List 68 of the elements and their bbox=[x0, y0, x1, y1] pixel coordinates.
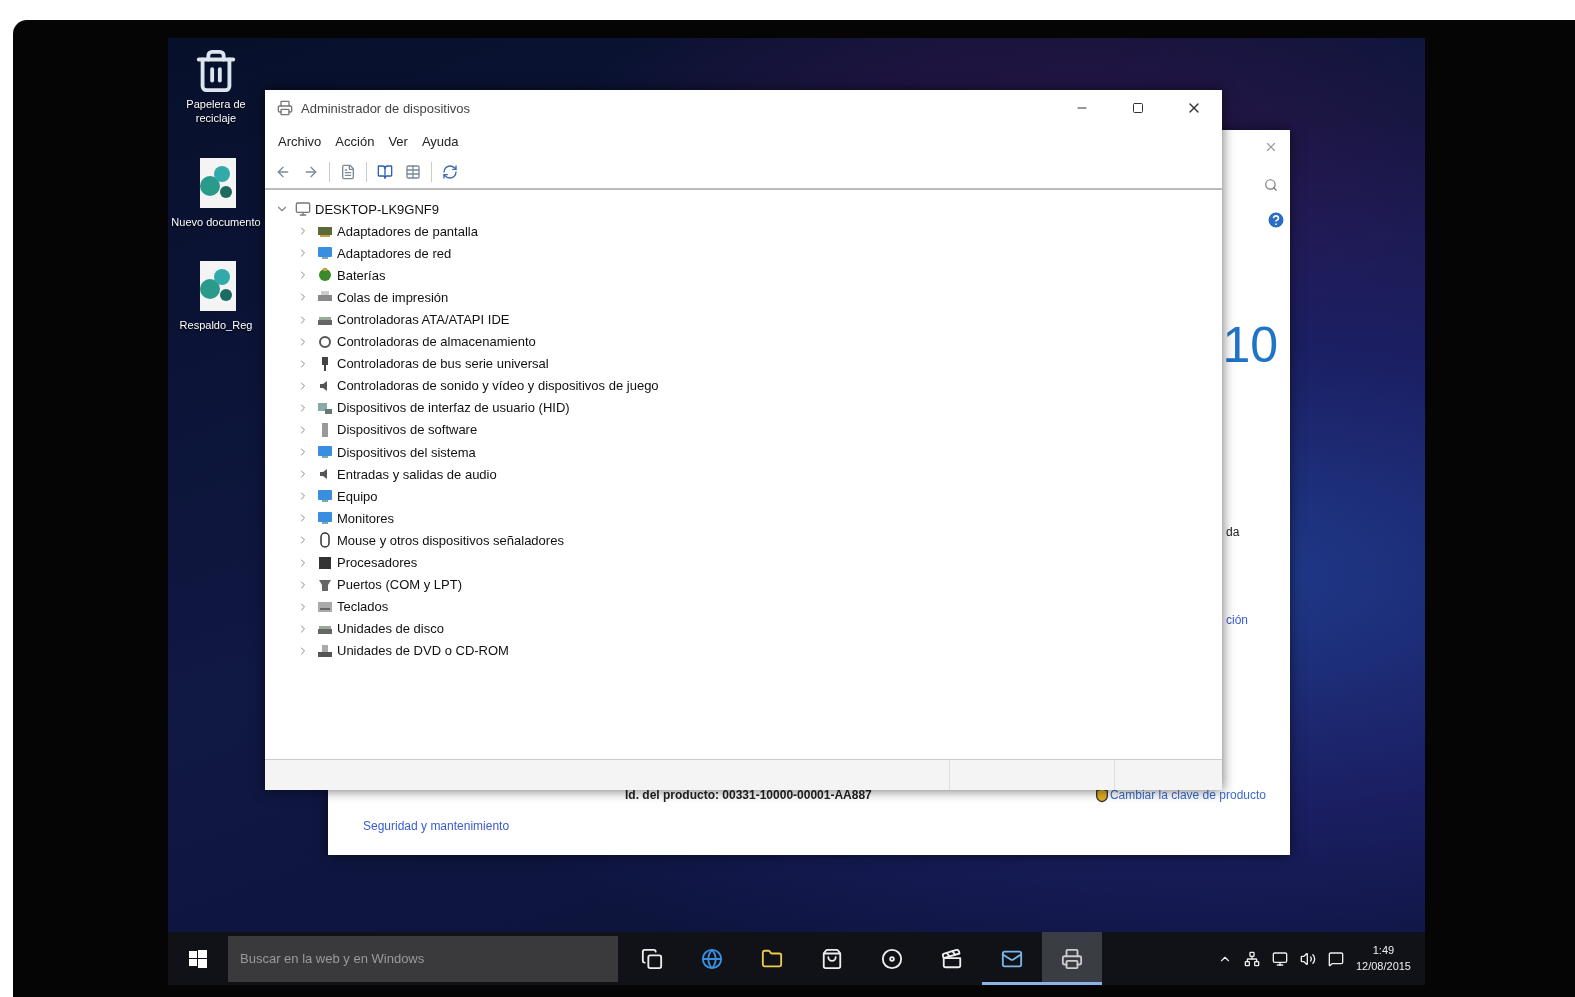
tree-item[interactable]: Procesadores bbox=[337, 555, 418, 571]
menu-item[interactable]: Archivo bbox=[271, 129, 329, 153]
tree-item[interactable]: Equipo bbox=[337, 488, 378, 504]
window-title: Administrador de dispositivos bbox=[301, 100, 472, 116]
taskbar-app-button[interactable] bbox=[1042, 932, 1102, 985]
computer-icon bbox=[295, 201, 311, 218]
close-icon[interactable] bbox=[1264, 140, 1278, 154]
tree-item[interactable]: Controladoras de sonido y vídeo y dispositivos de juego bbox=[337, 378, 659, 394]
tree-item[interactable]: Controladoras de almacenamiento bbox=[337, 334, 536, 350]
shield-icon bbox=[1093, 787, 1110, 803]
footer-link[interactable]: Seguridad y mantenimiento bbox=[363, 819, 625, 833]
heading-fragment: 10 bbox=[1222, 320, 1278, 370]
browser-icon bbox=[701, 947, 723, 970]
change-key-link[interactable]: Cambiar la clave de producto bbox=[1109, 788, 1266, 802]
tree-item[interactable]: Teclados bbox=[337, 599, 389, 615]
network-adapter-icon bbox=[317, 245, 333, 262]
tree-item[interactable]: Unidades de DVD o CD-ROM bbox=[337, 643, 509, 659]
tree-item[interactable]: Colas de impresión bbox=[337, 289, 449, 305]
search-icon[interactable] bbox=[1264, 178, 1278, 192]
text-fragment: da bbox=[1226, 525, 1240, 539]
tree-item[interactable]: Dispositivos del sistema bbox=[337, 444, 476, 460]
tree-item[interactable]: Controladoras de bus serie universal bbox=[337, 356, 549, 372]
desktop-icon-label[interactable]: Nuevo documento bbox=[171, 215, 261, 230]
desktop-icon-label[interactable]: Papelera de reciclaje bbox=[169, 98, 263, 126]
tree-item[interactable]: Mouse y otros dispositivos señaladores bbox=[337, 532, 564, 548]
menu-item[interactable]: Ayuda bbox=[414, 129, 466, 153]
scan-button[interactable] bbox=[440, 162, 460, 182]
monitor-icon bbox=[317, 444, 333, 461]
battery-icon bbox=[317, 267, 333, 284]
tree-item[interactable]: Puertos (COM y LPT) bbox=[337, 577, 462, 593]
tree-item[interactable]: Monitores bbox=[337, 510, 395, 526]
view-button[interactable] bbox=[403, 162, 423, 182]
mouse-icon bbox=[317, 532, 333, 549]
monitor-icon[interactable] bbox=[1271, 950, 1288, 967]
folder-icon bbox=[761, 947, 783, 970]
tree-item[interactable]: Dispositivos de software bbox=[337, 422, 478, 438]
tree-item[interactable]: Adaptadores de pantalla bbox=[337, 223, 478, 239]
disc-icon bbox=[881, 947, 903, 970]
menu-item[interactable]: Ver bbox=[381, 129, 415, 153]
product-id-text: Id. del producto: 00331-10000-00001-AA887 bbox=[625, 788, 873, 802]
speaker-icon[interactable] bbox=[1299, 950, 1316, 967]
device-manager-icon bbox=[277, 100, 293, 116]
maximize-icon bbox=[1132, 102, 1144, 114]
tree-item[interactable]: DESKTOP-LK9GNF9 bbox=[315, 201, 440, 217]
chip-icon bbox=[317, 554, 333, 571]
desktop-icon-label[interactable]: Respaldo_Reg bbox=[179, 319, 253, 333]
task-view-icon bbox=[641, 947, 663, 970]
search-field[interactable]: Buscar en la web y en Windows bbox=[228, 935, 618, 982]
windows-logo-icon bbox=[189, 949, 207, 968]
network-icon[interactable] bbox=[1243, 950, 1260, 967]
clock[interactable]: 1:49 12/08/2015 bbox=[1355, 943, 1411, 974]
monitor-icon bbox=[317, 510, 333, 527]
printer-icon bbox=[1061, 947, 1083, 970]
tree-item[interactable]: Baterías bbox=[337, 267, 386, 283]
shopping-bag-icon bbox=[821, 947, 843, 970]
monitor-icon bbox=[317, 488, 333, 505]
menu-item[interactable]: Acción bbox=[328, 129, 382, 153]
drive-icon bbox=[317, 642, 333, 659]
tree-item[interactable]: Unidades de disco bbox=[337, 621, 444, 637]
notification-icon[interactable] bbox=[1327, 950, 1344, 967]
tree-item[interactable]: Controladoras ATA/ATAPI IDE bbox=[337, 312, 510, 327]
link-fragment[interactable]: ción bbox=[1226, 613, 1248, 627]
tree-item[interactable]: Adaptadores de red bbox=[337, 245, 452, 261]
clapperboard-icon bbox=[941, 947, 963, 970]
tree-item[interactable]: Entradas y salidas de audio bbox=[337, 466, 497, 482]
tree-item[interactable]: Dispositivos de interfaz de usuario (HID) bbox=[337, 400, 570, 416]
help-icon[interactable] bbox=[1266, 210, 1286, 230]
gear-icon bbox=[317, 333, 333, 350]
